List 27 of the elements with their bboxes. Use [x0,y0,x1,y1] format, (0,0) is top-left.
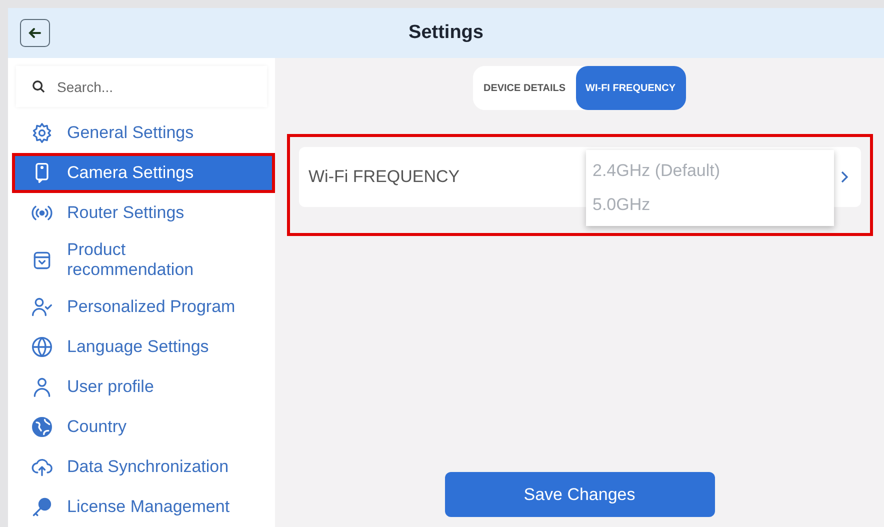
sidebar-item[interactable]: Router Settings [12,193,275,233]
user-check-icon [31,296,53,318]
globe-icon [31,336,53,358]
user-icon [31,376,53,398]
gear-icon [31,122,53,144]
sidebar-item[interactable]: Data Synchronization [12,447,275,487]
sidebar-item[interactable]: Language Settings [12,327,275,367]
cloud-upload-icon [31,456,53,478]
search-field[interactable]: Search... [55,78,229,96]
page-title: Settings [408,22,484,43]
back-button[interactable] [20,19,50,47]
chevron-right-icon [838,170,848,184]
earth-icon [31,416,53,438]
sidebar-item[interactable]: Product recommendation [12,233,275,287]
key-icon [31,496,53,518]
save-button[interactable]: Save Changes [444,472,714,517]
sidebar-item[interactable]: Personalized Program [12,287,275,327]
sidebar-item[interactable]: License Management [12,487,275,527]
tab[interactable]: WI-FI FREQUENCY [576,66,686,110]
search-icon [32,80,45,93]
sidebar-item[interactable]: Camera Settings [12,153,275,193]
back-arrow-icon [28,26,42,40]
sidebar-item[interactable]: Country [12,407,275,447]
sidebar-item[interactable]: General Settings [12,113,275,153]
bag-icon [31,249,53,271]
sidebar-item[interactable]: User profile [12,367,275,407]
setting-label: Wi-Fi FREQUENCY [308,167,460,187]
